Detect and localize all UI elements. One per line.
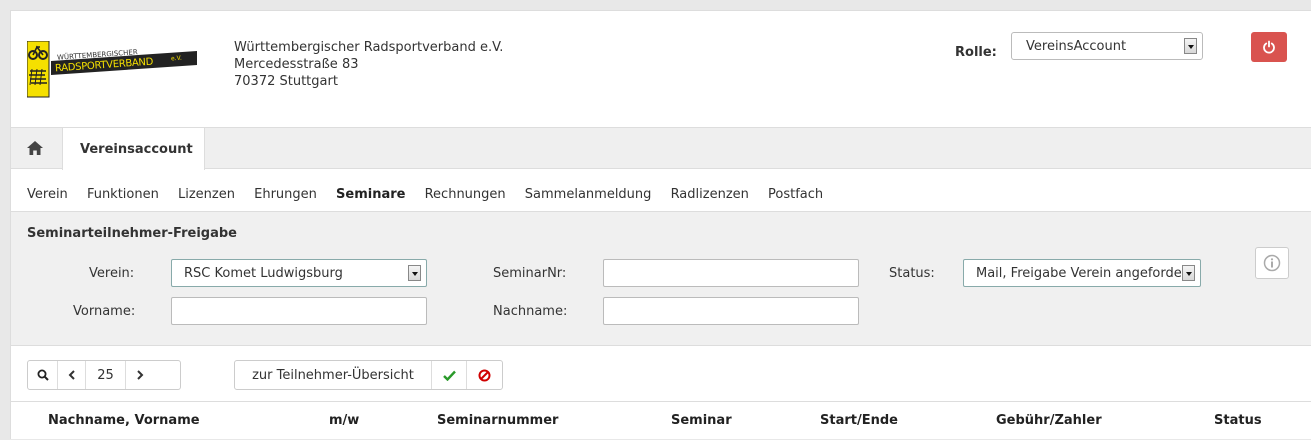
chevron-down-icon[interactable] bbox=[1184, 38, 1197, 54]
federation-address: Württembergischer Radsportverband e.V. M… bbox=[234, 39, 503, 90]
sub-navigation: Verein Funktionen Lizenzen Ehrungen Semi… bbox=[27, 187, 838, 202]
federation-logo[interactable]: WÜRTTEMBERGISCHER RADSPORTVERBAND e.V. bbox=[26, 40, 203, 101]
verein-label: Verein: bbox=[89, 266, 135, 281]
verein-select[interactable]: RSC Komet Ludwigsburg bbox=[171, 259, 427, 287]
column-header-seminar[interactable]: Seminar bbox=[671, 413, 732, 428]
check-icon bbox=[442, 370, 456, 381]
address-city: 70372 Stuttgart bbox=[234, 74, 338, 89]
subnav-radlizenzen[interactable]: Radlizenzen bbox=[671, 187, 749, 202]
status-select[interactable]: Mail, Freigabe Verein angeforde bbox=[963, 259, 1201, 287]
table-header: Nachname, Vorname m/w Seminarnummer Semi… bbox=[11, 401, 1311, 440]
column-header-start-ende[interactable]: Start/Ende bbox=[820, 413, 898, 428]
chevron-left-icon bbox=[68, 370, 75, 380]
prev-page-button[interactable] bbox=[58, 361, 86, 389]
search-icon bbox=[37, 369, 49, 381]
info-icon bbox=[1263, 254, 1281, 272]
header: WÜRTTEMBERGISCHER RADSPORTVERBAND e.V. W… bbox=[11, 11, 1311, 127]
subnav-ehrungen[interactable]: Ehrungen bbox=[254, 187, 317, 202]
role-select[interactable]: VereinsAccount bbox=[1011, 32, 1203, 60]
power-icon bbox=[1263, 40, 1275, 54]
nachname-label: Nachname: bbox=[493, 304, 568, 319]
subnav-postfach[interactable]: Postfach bbox=[768, 187, 823, 202]
tab-home[interactable] bbox=[11, 128, 61, 169]
home-icon bbox=[27, 141, 43, 155]
action-group: zur Teilnehmer-Übersicht bbox=[234, 360, 503, 390]
address-name: Württembergischer Radsportverband e.V. bbox=[234, 40, 504, 55]
subnav-seminare[interactable]: Seminare bbox=[336, 187, 405, 202]
subnav-lizenzen[interactable]: Lizenzen bbox=[178, 187, 235, 202]
status-label: Status: bbox=[889, 266, 935, 281]
logo-text-suffix: e.V. bbox=[170, 54, 183, 63]
vorname-input[interactable] bbox=[171, 297, 427, 325]
chevron-right-icon bbox=[137, 370, 144, 380]
column-header-name[interactable]: Nachname, Vorname bbox=[48, 413, 200, 428]
subnav-sammelanmeldung[interactable]: Sammelanmeldung bbox=[525, 187, 652, 202]
filter-title: Seminarteilnehmer-Freigabe bbox=[27, 226, 237, 241]
nachname-input[interactable] bbox=[603, 297, 859, 325]
column-header-status[interactable]: Status bbox=[1214, 413, 1262, 428]
logout-button[interactable] bbox=[1251, 32, 1287, 62]
teilnehmer-overview-button[interactable]: zur Teilnehmer-Übersicht bbox=[235, 361, 432, 389]
subnav-verein[interactable]: Verein bbox=[27, 187, 68, 202]
column-header-gebuehr[interactable]: Gebühr/Zahler bbox=[996, 413, 1102, 428]
filter-panel: Seminarteilnehmer-Freigabe Verein: RSC K… bbox=[11, 211, 1311, 346]
tab-vereinsaccount-label: Vereinsaccount bbox=[80, 142, 193, 157]
status-select-value: Mail, Freigabe Verein angeforde bbox=[976, 266, 1182, 281]
ban-icon bbox=[478, 369, 491, 381]
subnav-funktionen[interactable]: Funktionen bbox=[87, 187, 159, 202]
info-button[interactable] bbox=[1255, 247, 1289, 279]
tab-vereinsaccount[interactable]: Vereinsaccount bbox=[62, 127, 205, 170]
results-toolbar: 25 zur Teilnehmer-Übersicht bbox=[11, 346, 1311, 401]
chevron-down-icon[interactable] bbox=[408, 265, 421, 281]
column-header-gender[interactable]: m/w bbox=[329, 413, 359, 428]
vorname-label: Vorname: bbox=[73, 304, 136, 319]
app-window: WÜRTTEMBERGISCHER RADSPORTVERBAND e.V. W… bbox=[10, 10, 1311, 439]
pagination-group: 25 bbox=[27, 360, 181, 390]
seminarnr-input[interactable] bbox=[603, 259, 859, 287]
approve-button[interactable] bbox=[432, 361, 467, 389]
page-size-field[interactable]: 25 bbox=[86, 361, 126, 389]
search-button[interactable] bbox=[28, 361, 58, 389]
role-label: Rolle: bbox=[955, 45, 997, 60]
subnav-rechnungen[interactable]: Rechnungen bbox=[425, 187, 506, 202]
next-page-button[interactable] bbox=[126, 361, 154, 389]
chevron-down-icon[interactable] bbox=[1182, 265, 1195, 281]
column-header-seminarnummer[interactable]: Seminarnummer bbox=[437, 413, 558, 428]
address-street: Mercedesstraße 83 bbox=[234, 57, 359, 72]
seminarnr-label: SeminarNr: bbox=[493, 266, 567, 281]
role-select-value: VereinsAccount bbox=[1026, 39, 1127, 54]
verein-select-value: RSC Komet Ludwigsburg bbox=[184, 266, 343, 281]
tab-bar: Vereinsaccount bbox=[11, 127, 1311, 170]
deny-button[interactable] bbox=[467, 361, 502, 389]
